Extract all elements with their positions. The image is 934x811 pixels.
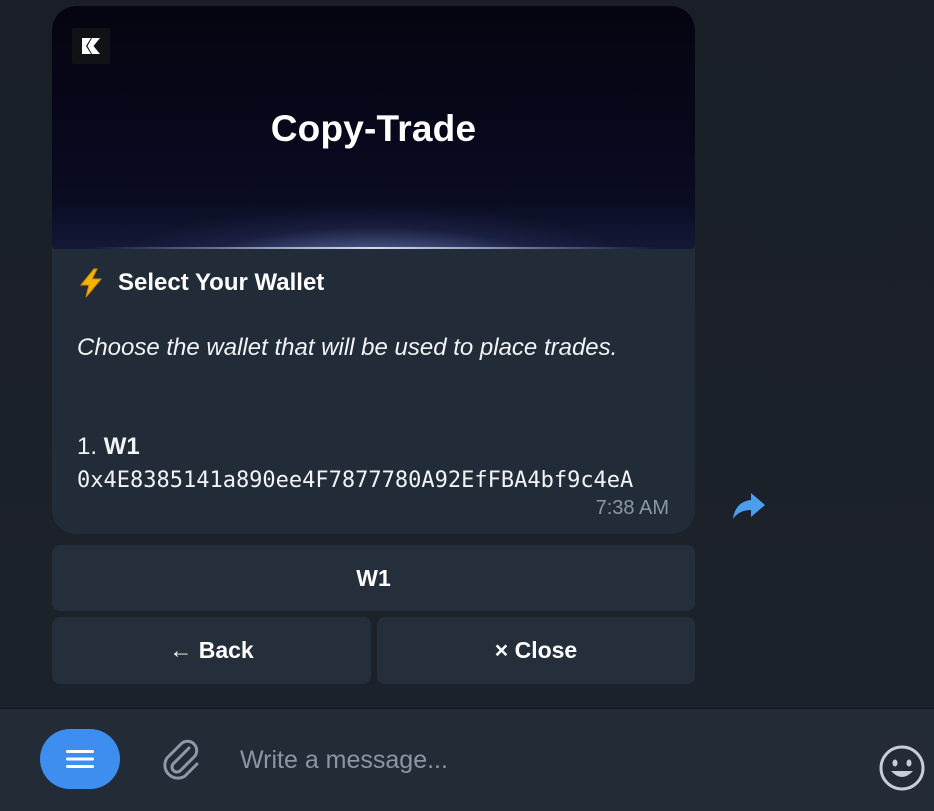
banner-title: Copy-Trade: [270, 108, 477, 149]
chat-area: Copy-Trade Select Your Wallet Choose the…: [0, 0, 934, 708]
message-timestamp: 7:38 AM: [595, 497, 669, 519]
wallet-w1-button[interactable]: W1: [52, 545, 695, 611]
message-input[interactable]: [238, 739, 840, 781]
emoji-button[interactable]: [877, 743, 927, 793]
wallet-index: 1.: [77, 433, 98, 460]
menu-button[interactable]: [40, 729, 120, 789]
back-button[interactable]: ← Back: [52, 617, 371, 684]
emoji-icon: [879, 745, 925, 791]
bot-message: Copy-Trade Select Your Wallet Choose the…: [52, 6, 695, 534]
wallet-entry: 1. W1: [77, 432, 140, 462]
banner-glow: [92, 247, 655, 249]
message-description: Choose the wallet that will be used to p…: [77, 334, 618, 361]
paperclip-icon: [163, 739, 199, 780]
forward-arrow-icon: [733, 493, 765, 519]
wallet-name: W1: [103, 433, 140, 460]
attach-button[interactable]: [158, 734, 204, 784]
forward-button[interactable]: [730, 489, 768, 523]
menu-icon: [66, 750, 94, 768]
banner-image: Copy-Trade: [52, 6, 695, 249]
lightning-bolt-icon: [79, 268, 103, 298]
message-composer: [0, 708, 934, 811]
heading-text: Select Your Wallet: [118, 269, 325, 296]
close-button[interactable]: × Close: [377, 617, 695, 684]
wallet-address: 0x4E8385141a890ee4F7877780A92EfFBA4bf9c4…: [77, 468, 634, 493]
message-heading: Select Your Wallet: [78, 268, 324, 298]
k-logo-icon: [72, 28, 110, 64]
